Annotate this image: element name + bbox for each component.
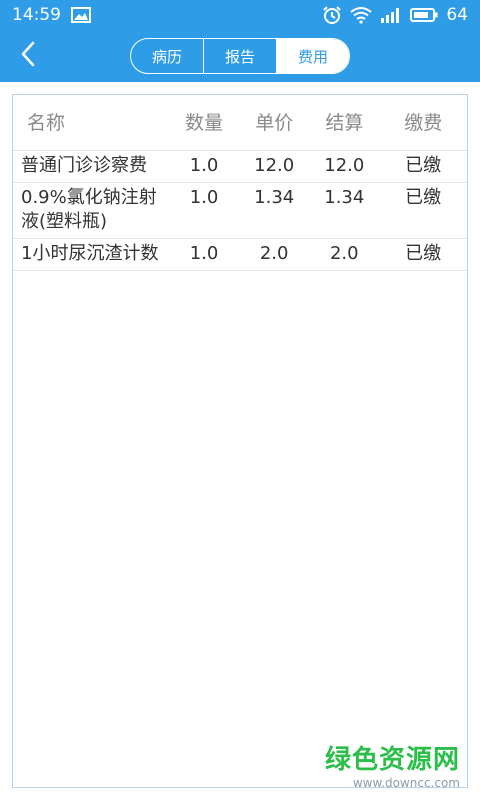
battery-icon <box>410 7 438 23</box>
cell-qty: 1.0 <box>189 187 219 208</box>
tab-fees[interactable]: 费用 <box>276 39 349 73</box>
image-icon <box>71 7 91 23</box>
cell-price: 1.34 <box>254 187 295 208</box>
cell-total: 12.0 <box>324 155 365 176</box>
header-price: 单价 <box>255 111 294 134</box>
back-button[interactable] <box>8 36 48 76</box>
cell-qty: 1.0 <box>189 243 219 264</box>
cell-price: 12.0 <box>254 155 295 176</box>
status-right: 64 <box>322 5 468 25</box>
table-row: 普通门诊诊察费 1.0 12.0 12.0 已缴 <box>13 151 467 183</box>
cell-total: 1.34 <box>324 187 365 208</box>
status-bar: 14:59 64 <box>0 0 480 30</box>
cell-qty: 1.0 <box>189 155 219 176</box>
status-time: 14:59 <box>12 5 61 25</box>
table-header: 名称 数量 单价 结算 缴费 <box>13 95 467 151</box>
cell-status: 已缴 <box>405 243 442 264</box>
cell-name: 普通门诊诊察费 <box>21 155 147 176</box>
header-total: 结算 <box>325 111 364 134</box>
signal-icon <box>380 7 402 23</box>
wifi-icon <box>350 6 372 24</box>
cell-name: 0.9%氯化钠注射液(塑料瓶) <box>21 187 157 232</box>
cell-status: 已缴 <box>405 187 442 208</box>
chevron-left-icon <box>18 40 38 72</box>
battery-level: 64 <box>446 5 468 25</box>
tab-medical-record[interactable]: 病历 <box>131 39 203 73</box>
watermark-url: www.downcc.com <box>352 776 460 790</box>
table-row: 0.9%氯化钠注射液(塑料瓶) 1.0 1.34 1.34 已缴 <box>13 183 467 239</box>
cell-status: 已缴 <box>405 155 442 176</box>
fee-table: 名称 数量 单价 结算 缴费 普通门诊诊察费 1.0 12.0 12.0 已缴 … <box>12 94 468 788</box>
cell-total: 2.0 <box>329 243 359 264</box>
header-name: 名称 <box>27 111 66 134</box>
alarm-icon <box>322 5 342 25</box>
header-qty: 数量 <box>185 111 224 134</box>
tab-report[interactable]: 报告 <box>203 39 276 73</box>
header-status: 缴费 <box>404 111 443 134</box>
segmented-tabs: 病历 报告 费用 <box>130 38 350 74</box>
nav-bar: 病历 报告 费用 <box>0 30 480 82</box>
cell-price: 2.0 <box>259 243 289 264</box>
watermark: 绿色资源网 www.downcc.com <box>325 739 460 790</box>
cell-name: 1小时尿沉渣计数 <box>21 243 159 264</box>
table-row: 1小时尿沉渣计数 1.0 2.0 2.0 已缴 <box>13 239 467 271</box>
watermark-main: 绿色资源网 <box>324 745 460 775</box>
